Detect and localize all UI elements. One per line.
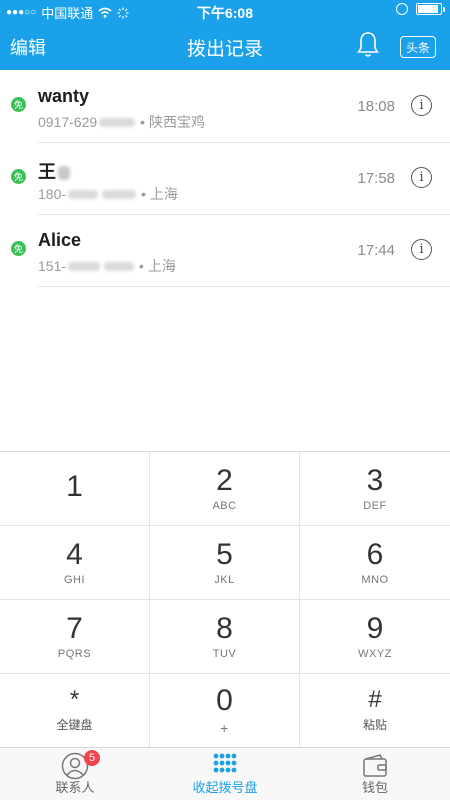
call-detail: 0917-629 • 陕西宝鸡 <box>38 112 205 132</box>
dial-key-0[interactable]: 0 + <box>150 674 300 748</box>
phone-number: 151- <box>38 258 67 274</box>
key-letters: WXYZ <box>358 647 392 660</box>
tab-hide-dialpad[interactable]: 收起拨号盘 <box>150 748 300 800</box>
contact-name: wanty <box>38 86 90 106</box>
tab-wallet[interactable]: 钱包 <box>300 748 450 800</box>
key-letters: TUV <box>212 647 237 660</box>
key-digit: 9 <box>366 611 384 645</box>
call-row[interactable]: 免 wanty 0917-629 • 陕西宝鸡 18:08 i <box>0 70 450 142</box>
call-time: 17:58 <box>357 170 395 187</box>
top-bar: ●●●○○ 中国联通 下午6:08 编辑 拨出记录 头条 <box>0 0 450 70</box>
free-call-badge: 免 <box>11 241 26 256</box>
call-history-list: 免 wanty 0917-629 • 陕西宝鸡 18:08 i 免 王 180-… <box>0 70 450 287</box>
redacted-digits <box>68 189 99 199</box>
key-digit: 8 <box>216 611 233 645</box>
phone-number: 0917-629 <box>38 114 98 130</box>
call-time: 18:08 <box>357 98 395 115</box>
dial-key-2[interactable]: 2 ABC <box>150 452 300 526</box>
key-symbol: # <box>368 686 382 713</box>
dial-key-9[interactable]: 9 WXYZ <box>300 600 450 674</box>
battery-icon <box>416 3 445 15</box>
dial-key-star[interactable]: * 全键盘 <box>0 674 150 748</box>
dial-key-7[interactable]: 7 PQRS <box>0 600 150 674</box>
call-time: 17:44 <box>357 242 395 259</box>
redacted-digits <box>104 261 135 271</box>
redacted-digits <box>102 189 137 199</box>
call-location: • 上海 <box>141 186 178 202</box>
contact-name: Alice <box>38 230 82 250</box>
wallet-icon <box>363 754 387 777</box>
dial-key-4[interactable]: 4 GHI <box>0 526 150 600</box>
paste-label: 粘贴 <box>362 718 387 732</box>
key-letters: JKL <box>214 573 235 586</box>
tab-contacts[interactable]: 5 联系人 <box>0 748 150 800</box>
dial-pad: 1 2 ABC 3 DEF 4 GHI 5 JKL 6 MNO 7 PQRS 8 TUV 9 W… <box>0 451 450 748</box>
dial-key-5[interactable]: 5 JKL <box>150 526 300 600</box>
call-detail: 151- • 上海 <box>38 256 176 276</box>
status-time: 下午6:08 <box>196 5 254 21</box>
key-symbol: * <box>69 686 80 713</box>
key-digit: 5 <box>216 537 233 571</box>
key-letters: GHI <box>63 573 86 586</box>
key-digit: 3 <box>366 463 384 497</box>
bell-icon[interactable] <box>356 31 380 59</box>
key-letters: PQRS <box>57 647 92 660</box>
key-digit: 4 <box>66 537 83 571</box>
page-title: 拨出记录 <box>186 39 263 60</box>
status-right <box>396 3 445 15</box>
nav-bar: 编辑 拨出记录 头条 <box>0 22 450 70</box>
free-call-badge: 免 <box>11 169 26 184</box>
dialpad-icon <box>213 753 237 773</box>
key-letters: + <box>220 719 229 736</box>
rotation-lock-icon <box>396 3 408 15</box>
contact-name: 王 <box>38 158 72 184</box>
dial-key-1[interactable]: 1 <box>0 452 150 526</box>
key-letters: ABC <box>212 499 237 512</box>
call-detail: 180- • 上海 <box>38 184 178 204</box>
contact-name-text: 王 <box>38 162 56 182</box>
dial-key-hash[interactable]: # 粘贴 <box>300 674 450 748</box>
redacted-name <box>58 166 70 181</box>
key-letters: MNO <box>361 573 389 586</box>
call-location: • 上海 <box>139 258 176 274</box>
call-location: • 陕西宝鸡 <box>140 114 205 130</box>
dial-key-3[interactable]: 3 DEF <box>300 452 450 526</box>
info-icon[interactable]: i <box>411 95 432 116</box>
call-row[interactable]: 免 Alice 151- • 上海 17:44 i <box>0 214 450 287</box>
key-digit: 0 <box>216 683 233 717</box>
key-letters: DEF <box>363 499 387 512</box>
key-digit: 7 <box>66 611 83 645</box>
status-bar: ●●●○○ 中国联通 下午6:08 <box>0 0 450 22</box>
full-keyboard-label: 全键盘 <box>56 718 93 732</box>
contacts-badge: 5 <box>84 750 100 766</box>
info-icon[interactable]: i <box>411 239 432 260</box>
info-icon[interactable]: i <box>411 167 432 188</box>
tab-bar: 5 联系人 收起拨号盘 钱包 <box>0 747 450 800</box>
key-digit: 2 <box>216 463 233 497</box>
tab-label: 收起拨号盘 <box>192 780 258 795</box>
headlines-button[interactable]: 头条 <box>400 36 436 58</box>
phone-number: 180- <box>38 186 67 202</box>
call-row[interactable]: 免 王 180- • 上海 17:58 i <box>0 142 450 214</box>
key-digit: 6 <box>366 537 384 571</box>
free-call-badge: 免 <box>11 97 26 112</box>
dial-key-8[interactable]: 8 TUV <box>150 600 300 674</box>
key-digit: 1 <box>66 469 83 503</box>
redacted-digits <box>99 117 136 127</box>
redacted-digits <box>68 261 101 271</box>
dial-key-6[interactable]: 6 MNO <box>300 526 450 600</box>
